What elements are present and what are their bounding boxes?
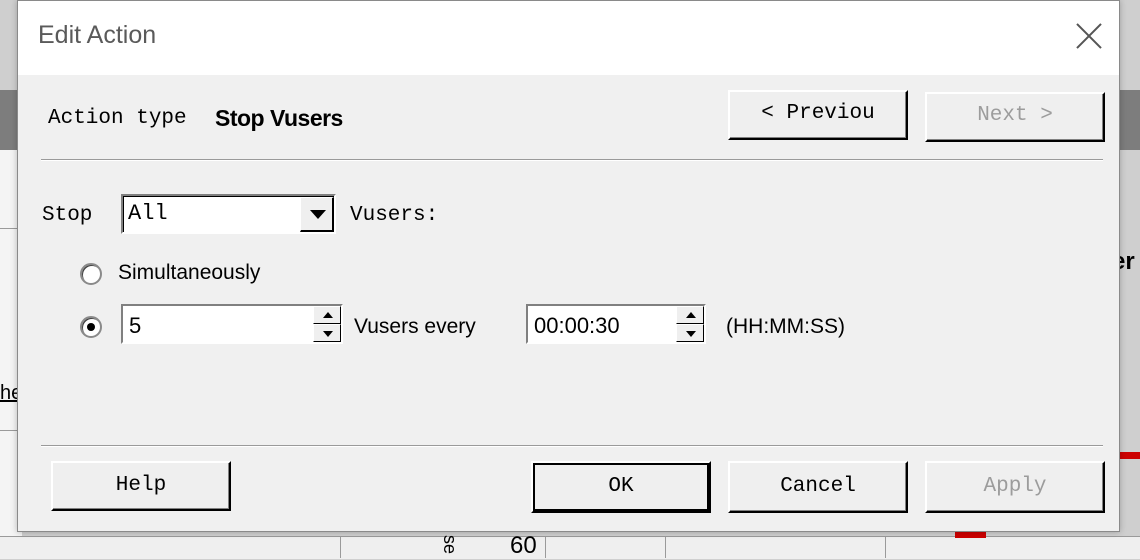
simultaneously-label[interactable]: Simultaneously [118, 261, 260, 285]
stop-label: Stop [42, 204, 93, 227]
apply-button[interactable]: Apply [925, 461, 1105, 513]
vusers-count-value[interactable]: 5 [129, 313, 141, 339]
simultaneously-radio[interactable] [80, 263, 102, 285]
background-grid-line [885, 536, 886, 558]
background-grid-line [665, 536, 666, 558]
background-axis-value: 60 [510, 532, 537, 559]
interval-value[interactable]: 00:00:30 [534, 313, 620, 339]
dropdown-arrow-icon[interactable] [300, 197, 334, 232]
vusers-every-label: Vusers every [354, 315, 476, 338]
edit-action-dialog: Edit Action Action type Stop Vusers < Pr… [17, 0, 1120, 532]
ok-button[interactable]: OK [531, 461, 711, 513]
next-button[interactable]: Next > [925, 92, 1105, 142]
action-type-label: Action type [48, 107, 187, 130]
action-type-value: Stop Vusers [215, 105, 343, 131]
help-button[interactable]: Help [51, 461, 231, 511]
vusers-count-spinner[interactable]: 5 [121, 304, 343, 344]
spin-up-icon[interactable] [676, 306, 704, 324]
previous-button[interactable]: < Previou [728, 90, 908, 140]
dialog-titlebar[interactable]: Edit Action [18, 1, 1119, 75]
spin-up-icon[interactable] [313, 306, 341, 324]
dialog-title: Edit Action [38, 21, 157, 49]
background-chart-line [1118, 452, 1140, 459]
spin-down-icon[interactable] [676, 324, 704, 342]
cancel-button[interactable]: Cancel [728, 461, 908, 513]
header-separator [41, 159, 1103, 161]
interval-format-label: (HH:MM:SS) [726, 315, 845, 338]
footer-separator [41, 445, 1103, 447]
close-icon[interactable] [1072, 19, 1106, 53]
background-grid-line [545, 536, 546, 558]
stop-select-value: All [128, 201, 168, 226]
background-axis-label: se [440, 534, 461, 555]
background-grid-line [340, 536, 341, 558]
background-graph-area [0, 536, 1140, 559]
spin-down-icon[interactable] [313, 324, 341, 342]
radio-selected-dot [87, 323, 95, 331]
stop-select[interactable]: All [121, 194, 336, 234]
vusers-label: Vusers: [350, 204, 439, 227]
interval-spinner[interactable]: 00:00:30 [526, 304, 706, 344]
gradual-radio[interactable] [80, 316, 102, 338]
